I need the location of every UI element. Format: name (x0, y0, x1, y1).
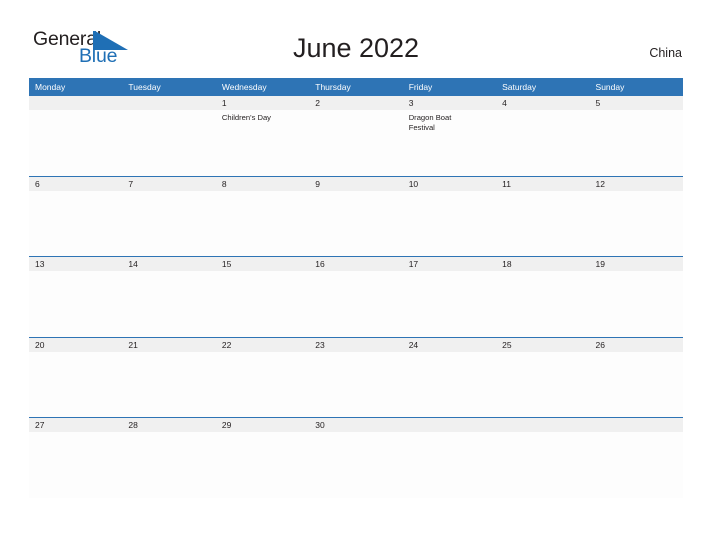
day-cell-25[interactable]: 25 (496, 337, 590, 418)
calendar-week-row: 20 21 22 23 24 25 26 (29, 336, 683, 418)
day-number: 14 (122, 257, 216, 272)
day-cell-15[interactable]: 15 (215, 257, 310, 337)
weekday-header-saturday: Saturday (502, 82, 537, 92)
page-header: General Blue June 2022 China (0, 0, 712, 66)
day-cell-4[interactable]: 4 (496, 96, 590, 176)
day-event-list: Children's Day (216, 110, 309, 123)
day-number: 18 (496, 257, 590, 272)
calendar-week-row: 6 7 8 9 10 11 12 (29, 176, 683, 257)
day-cell-1[interactable]: 1 Children's Day (215, 96, 310, 176)
day-number (29, 96, 123, 110)
day-cell-empty (589, 418, 683, 498)
day-number: 30 (309, 418, 403, 433)
day-cell-10[interactable]: 10 (402, 177, 497, 257)
calendar-week-row: 13 14 15 16 17 18 19 (29, 256, 683, 337)
weekday-header-wednesday: Wednesday (221, 82, 267, 92)
day-number (402, 418, 497, 433)
day-cell-21[interactable]: 21 (122, 337, 216, 418)
calendar-week-row: 1 Children's Day 2 3 Dragon Boat Festival 4 5 (29, 96, 683, 176)
day-number: 26 (589, 337, 683, 352)
day-number: 3 (402, 96, 497, 110)
day-number: 21 (122, 337, 216, 352)
day-cell-28[interactable]: 28 (122, 418, 216, 498)
day-number: 29 (215, 418, 310, 433)
day-number: 25 (496, 337, 590, 352)
day-cell-14[interactable]: 14 (122, 257, 216, 337)
calendar-week-row: 27 28 29 30 (29, 417, 683, 498)
day-cell-6[interactable]: 6 (29, 177, 123, 257)
day-number: 15 (215, 257, 310, 272)
day-number: 13 (29, 257, 123, 272)
day-cell-8[interactable]: 8 (215, 177, 310, 257)
weekday-header-monday: Monday (35, 82, 66, 92)
page-title: June 2022 (292, 33, 420, 63)
calendar-weeks: 1 Children's Day 2 3 Dragon Boat Festival 4 5 6 7… (29, 96, 683, 498)
day-cell-7[interactable]: 7 (122, 177, 216, 257)
day-cell-12[interactable]: 12 (589, 177, 683, 257)
day-cell-23[interactable]: 23 (309, 337, 403, 418)
day-number: 6 (29, 177, 123, 191)
day-number: 2 (309, 96, 403, 110)
day-cell-22[interactable]: 22 (215, 337, 310, 418)
day-number: 17 (402, 257, 497, 272)
day-number: 22 (215, 337, 310, 352)
day-cell-11[interactable]: 11 (496, 177, 590, 257)
day-number: 10 (402, 177, 497, 191)
country-label: China (649, 46, 682, 60)
day-cell-13[interactable]: 13 (29, 257, 123, 337)
calendar-grid: Monday Tuesday Wednesday Thursday Friday Satu… (29, 78, 683, 498)
day-number: 20 (29, 337, 123, 352)
day-cell-9[interactable]: 9 (309, 177, 403, 257)
day-cell-26[interactable]: 26 (589, 337, 683, 418)
day-number: 1 (215, 96, 310, 110)
day-cell-3[interactable]: 3 Dragon Boat Festival (402, 96, 497, 176)
calendar-page: General Blue June 2022 China Monday Tuesd… (0, 0, 712, 550)
day-cell-27[interactable]: 27 (29, 418, 123, 498)
day-cell-empty (29, 96, 123, 176)
day-number: 27 (29, 418, 123, 433)
day-cell-17[interactable]: 17 (402, 257, 497, 337)
day-event-list: Dragon Boat Festival (403, 110, 496, 132)
day-cell-2[interactable]: 2 (309, 96, 403, 176)
day-cell-empty (496, 418, 590, 498)
day-number: 28 (122, 418, 216, 433)
day-number (496, 418, 590, 433)
day-number (589, 418, 683, 433)
day-number: 7 (122, 177, 216, 191)
day-number: 8 (215, 177, 310, 191)
weekday-header-friday: Friday (408, 82, 433, 92)
day-number: 23 (309, 337, 403, 352)
day-number: 12 (589, 177, 683, 191)
day-cell-30[interactable]: 30 (309, 418, 403, 498)
day-number (122, 96, 216, 110)
weekday-header-row: Monday Tuesday Wednesday Thursday Friday Satu… (29, 78, 683, 96)
day-cell-5[interactable]: 5 (589, 96, 683, 176)
day-number: 4 (496, 96, 590, 110)
day-cell-empty (402, 418, 497, 498)
day-cell-24[interactable]: 24 (402, 337, 497, 418)
day-number: 24 (402, 337, 497, 352)
day-cell-20[interactable]: 20 (29, 337, 123, 418)
day-number: 16 (309, 257, 403, 272)
day-number: 5 (589, 96, 683, 110)
day-cell-16[interactable]: 16 (309, 257, 403, 337)
weekday-header-thursday: Thursday (315, 82, 351, 92)
day-number: 9 (309, 177, 403, 191)
day-number: 19 (589, 257, 683, 272)
day-cell-empty (122, 96, 216, 176)
day-event-text: Festival (408, 122, 435, 132)
day-cell-29[interactable]: 29 (215, 418, 310, 498)
day-cell-18[interactable]: 18 (496, 257, 590, 337)
day-event-text: Children's Day (221, 113, 271, 122)
day-cell-19[interactable]: 19 (589, 257, 683, 337)
day-number: 11 (496, 177, 590, 191)
weekday-header-sunday: Sunday (595, 82, 625, 92)
weekday-header-tuesday: Tuesday (128, 82, 161, 92)
day-event-text: Dragon Boat (408, 113, 452, 122)
